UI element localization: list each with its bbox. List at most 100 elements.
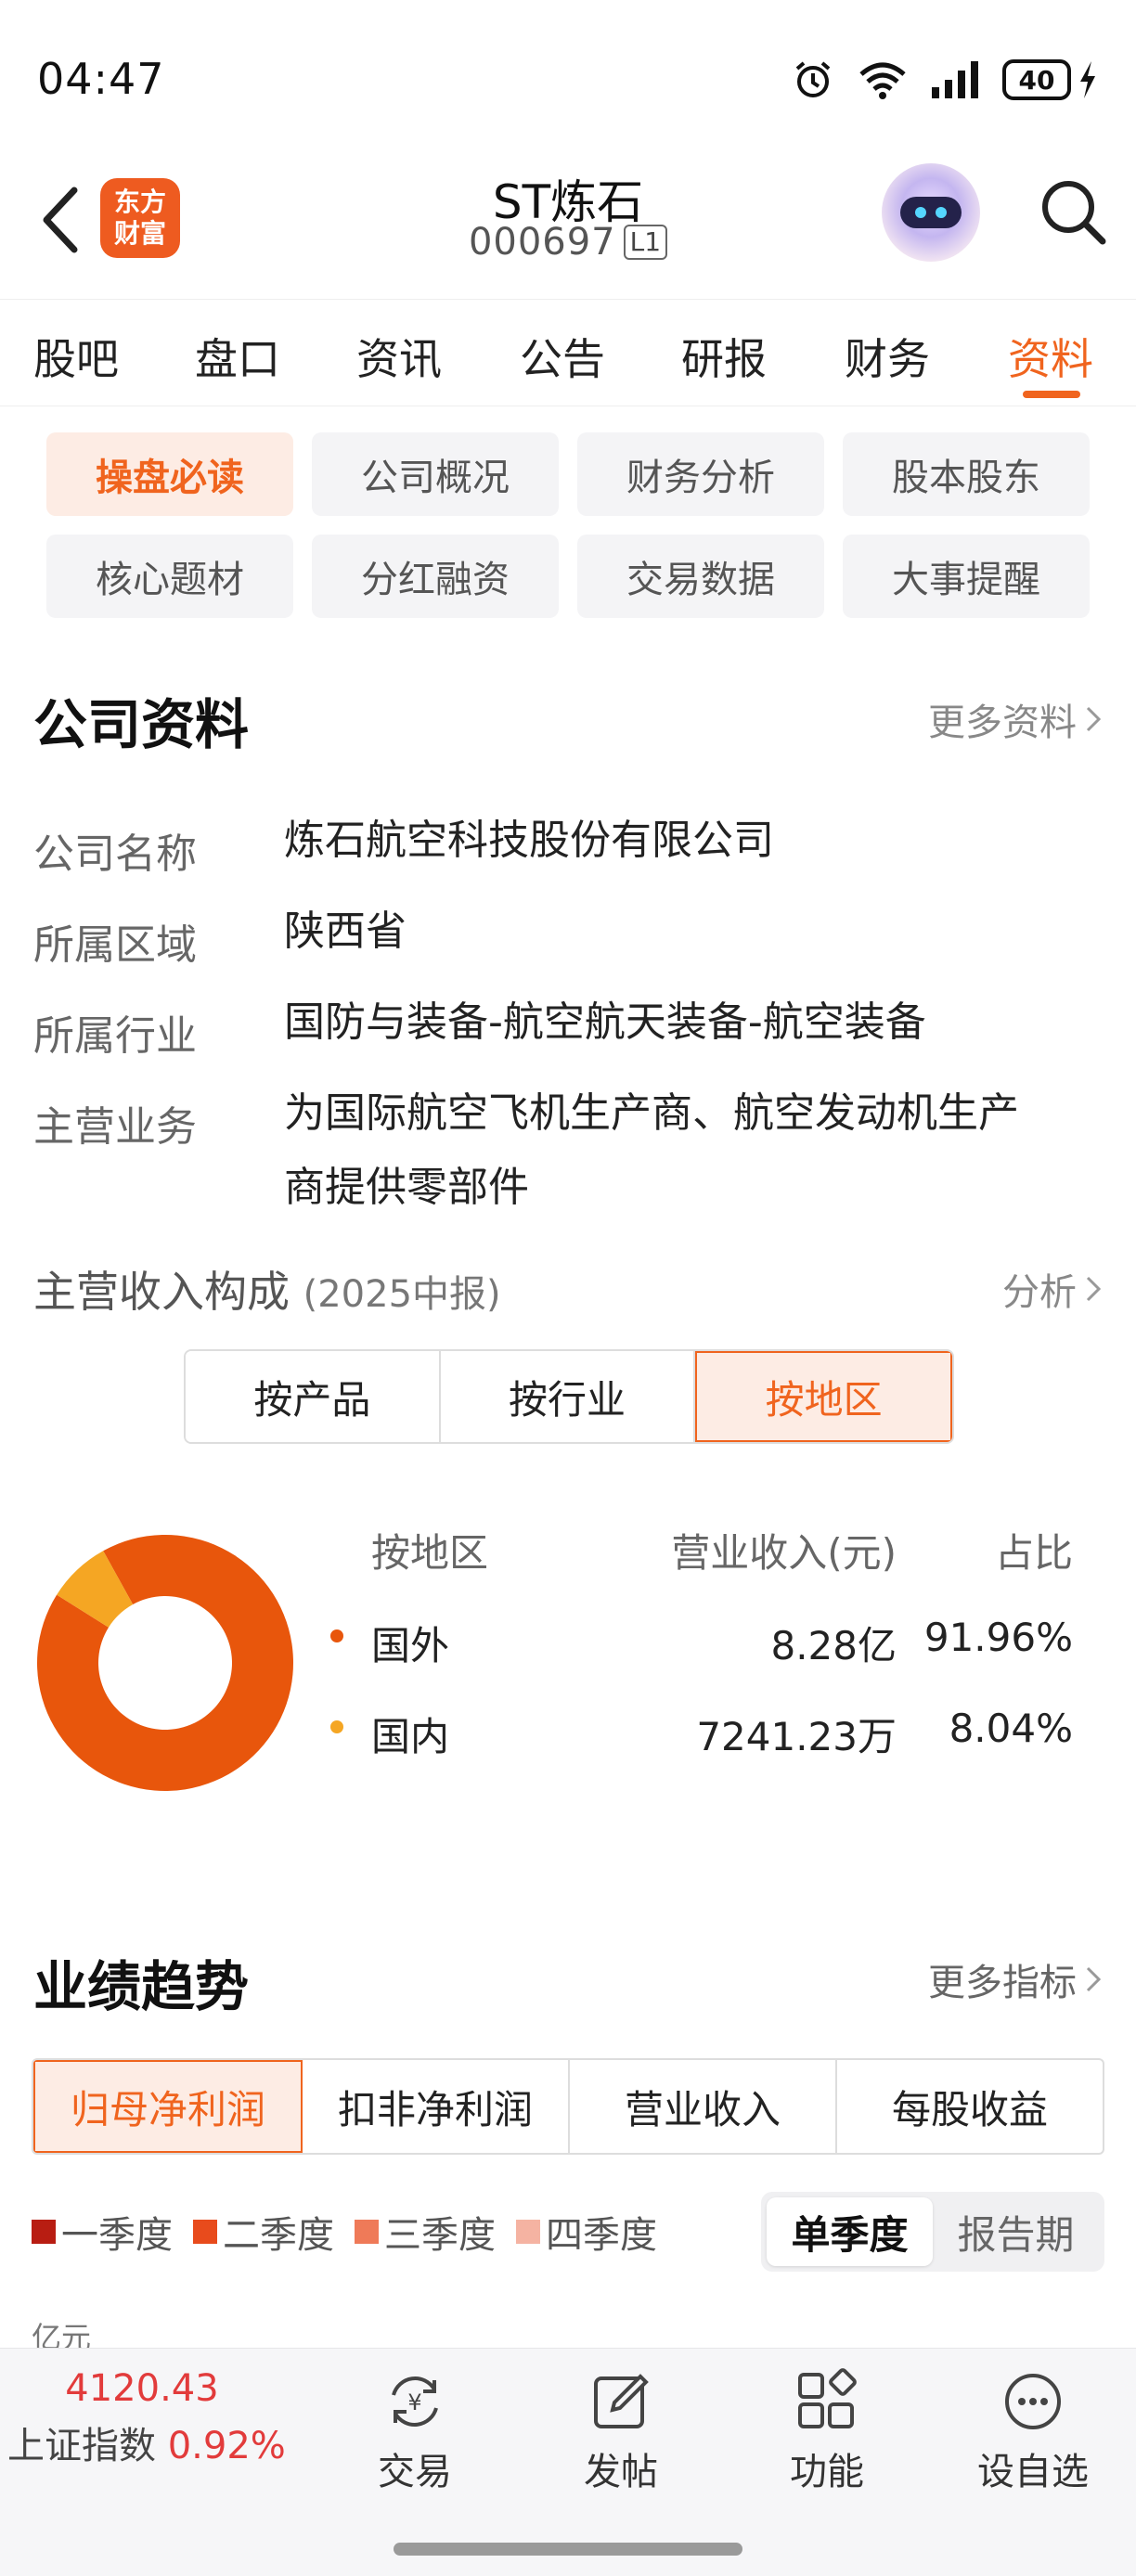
- tab-news[interactable]: 资讯: [356, 326, 442, 387]
- info-value: 国防与装备-航空航天装备-航空装备: [284, 998, 926, 1046]
- region-name: 国内: [371, 1714, 450, 1759]
- subnav-core-themes[interactable]: 核心题材: [46, 535, 293, 618]
- revenue-row: 国内 7241.23万 8.04%: [325, 1706, 1104, 1780]
- edit-icon: [594, 2374, 649, 2428]
- legend-q4: 四季度: [516, 2205, 657, 2259]
- main-business-line2: 商提供零部件: [284, 1164, 529, 1211]
- region-ratio: 91.96%: [923, 1615, 1073, 1660]
- subnav-trading-data[interactable]: 交易数据: [577, 535, 824, 618]
- svg-text:¥: ¥: [407, 2389, 421, 2415]
- subnav-events[interactable]: 大事提醒: [843, 535, 1090, 618]
- segment-by-product[interactable]: 按产品: [186, 1351, 441, 1442]
- tab-research[interactable]: 研报: [681, 326, 767, 387]
- region-revenue: 8.28亿: [770, 1623, 897, 1668]
- header-revenue: 营业收入(元): [671, 1530, 897, 1576]
- info-row-industry: 所属行业 国防与装备-航空航天装备-航空装备: [33, 998, 1110, 1062]
- alarm-icon: [795, 61, 831, 97]
- main-business-line1: 为国际航空飞机生产商、航空发动机生产: [284, 1089, 1019, 1137]
- revenue-period: (2025中报): [303, 1273, 501, 1316]
- info-row-region: 所属区域 陕西省: [33, 908, 1110, 971]
- legend-swatch: [355, 2220, 379, 2244]
- analysis-label: 分析: [1002, 1271, 1077, 1314]
- wifi-icon: [859, 62, 906, 99]
- more-dots-icon: [1005, 2374, 1061, 2429]
- revenue-section-title: 主营收入构成 (2025中报): [33, 1258, 501, 1320]
- revenue-analysis-link[interactable]: 分析: [1002, 1262, 1103, 1316]
- tab-profile[interactable]: 资料: [1008, 326, 1093, 387]
- main-tabs: 股吧 盘口 资讯 公告 研报 财务 资料: [0, 299, 1136, 406]
- legend-swatch: [516, 2220, 540, 2244]
- header-region: 按地区: [371, 1530, 489, 1576]
- chevron-right-icon: [1086, 1966, 1102, 1992]
- performance-section-title: 业绩趋势: [33, 1955, 250, 2018]
- legend-label: 三季度: [384, 2214, 496, 2257]
- active-tab-indicator: [1023, 391, 1080, 398]
- trade-button[interactable]: ¥ 交易: [345, 2367, 484, 2495]
- region-name: 国外: [371, 1623, 450, 1668]
- post-button[interactable]: 发帖: [551, 2367, 691, 2495]
- legend-q2: 二季度: [193, 2205, 334, 2259]
- period-single-quarter[interactable]: 单季度: [767, 2197, 933, 2266]
- info-value: 为国际航空飞机生产商、航空发动机生产 商提供零部件: [284, 1076, 1019, 1225]
- info-label: 所属区域: [33, 921, 197, 969]
- functions-button[interactable]: 功能: [757, 2367, 897, 2495]
- subnav-must-read[interactable]: 操盘必读: [46, 432, 293, 516]
- region-ratio: 8.04%: [949, 1706, 1073, 1751]
- subnav-company-overview[interactable]: 公司概况: [312, 432, 559, 516]
- segment-by-industry[interactable]: 按行业: [440, 1351, 696, 1442]
- level-badge: L1: [623, 225, 668, 260]
- perf-tab-revenue[interactable]: 营业收入: [570, 2060, 837, 2153]
- battery-level: 40: [1002, 59, 1071, 100]
- revenue-title: 主营收入构成: [33, 1267, 290, 1317]
- search-icon[interactable]: [1036, 174, 1110, 249]
- more-metrics-label: 更多指标: [928, 1962, 1077, 2004]
- status-bar: 04:47 40: [0, 0, 1136, 158]
- legend-label: 二季度: [223, 2214, 334, 2257]
- index-change-pct: 0.92%: [167, 2425, 286, 2467]
- perf-tab-net-profit[interactable]: 归母净利润: [33, 2060, 303, 2153]
- period-toggle: 单季度 报告期: [761, 2192, 1104, 2272]
- battery-indicator: 40: [1002, 59, 1099, 100]
- revenue-segment-control: 按产品 按行业 按地区: [184, 1349, 954, 1444]
- perf-tab-eps[interactable]: 每股收益: [837, 2060, 1103, 2153]
- more-metrics-link[interactable]: 更多指标: [928, 1952, 1103, 2006]
- period-report[interactable]: 报告期: [933, 2197, 1099, 2266]
- header: 东方 财富 ST炼石 000697 L1: [0, 158, 1136, 297]
- assistant-avatar[interactable]: [882, 163, 980, 262]
- legend-q1: 一季度: [32, 2205, 173, 2259]
- header-ratio: 占比: [994, 1530, 1073, 1576]
- revenue-row: 国外 8.28亿 91.96%: [325, 1615, 1104, 1689]
- tab-finance[interactable]: 财务: [845, 326, 930, 387]
- info-value: 炼石航空科技股份有限公司: [284, 817, 774, 864]
- home-indicator[interactable]: [394, 2543, 742, 2556]
- add-watchlist-label: 设自选: [977, 2451, 1089, 2493]
- tab-announcements[interactable]: 公告: [520, 326, 605, 387]
- legend-label: 四季度: [546, 2214, 657, 2257]
- segment-by-region[interactable]: 按地区: [695, 1351, 952, 1442]
- status-time: 04:47: [37, 54, 165, 104]
- perf-tab-adjusted-profit[interactable]: 扣非净利润: [303, 2060, 570, 2153]
- info-row-main-business: 主营业务 为国际航空飞机生产商、航空发动机生产 商提供零部件: [33, 1089, 1110, 1225]
- signal-icon: [932, 61, 978, 98]
- status-icons: 40: [791, 58, 1099, 102]
- legend-dot-foreign: [330, 1629, 343, 1642]
- info-label: 主营业务: [33, 1103, 197, 1151]
- performance-tabs: 归母净利润 扣非净利润 营业收入 每股收益: [32, 2058, 1104, 2155]
- company-section-title: 公司资料: [33, 693, 250, 756]
- tab-pankou[interactable]: 盘口: [195, 326, 280, 387]
- tab-guba[interactable]: 股吧: [33, 326, 119, 387]
- info-value: 陕西省: [284, 908, 407, 955]
- index-ticker[interactable]: 4120.43 上证指数 0.92%: [7, 2367, 286, 2469]
- legend-swatch: [193, 2220, 217, 2244]
- region-revenue: 7241.23万: [696, 1714, 897, 1759]
- legend-q3: 三季度: [355, 2205, 496, 2259]
- add-watchlist-button[interactable]: 设自选: [963, 2367, 1103, 2495]
- index-name-row: 上证指数 0.92%: [7, 2415, 286, 2469]
- subnav-financial-analysis[interactable]: 财务分析: [577, 432, 824, 516]
- more-company-info-link[interactable]: 更多资料: [928, 692, 1103, 746]
- revenue-donut-chart: [37, 1535, 294, 1791]
- subnav-dividends[interactable]: 分红融资: [312, 535, 559, 618]
- legend-dot-domestic: [330, 1720, 343, 1733]
- subnav-shareholders[interactable]: 股本股东: [843, 432, 1090, 516]
- quarter-legend: 一季度 二季度 三季度 四季度: [32, 2205, 657, 2259]
